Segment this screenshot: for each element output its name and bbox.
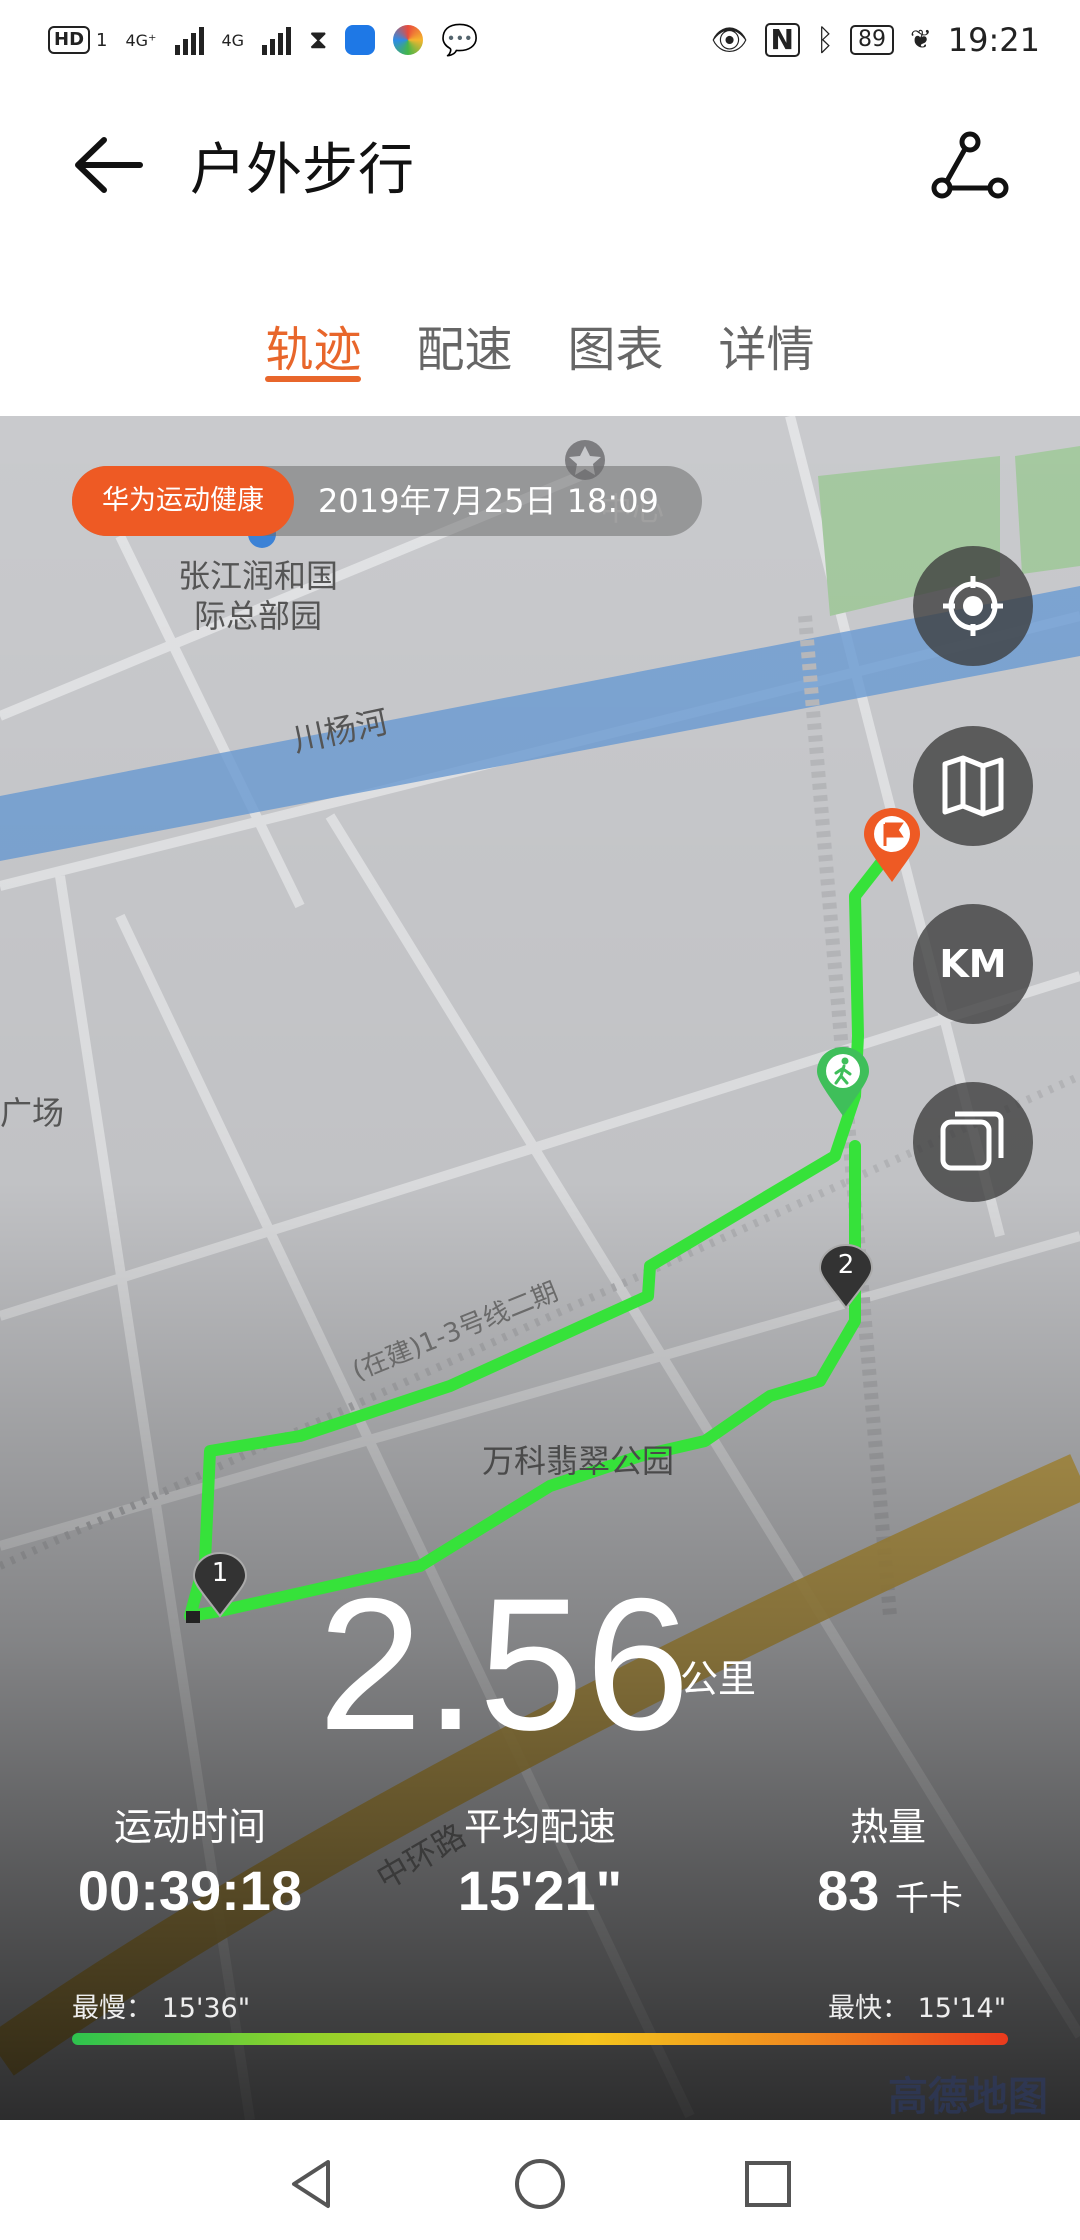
nav-back-icon[interactable] xyxy=(282,2154,342,2214)
signal-icon-2 xyxy=(262,25,292,55)
layers-icon xyxy=(940,1111,1004,1171)
shield-app-icon xyxy=(345,25,376,55)
tab-track[interactable]: 轨迹 xyxy=(265,270,362,410)
stat-value-pace: 15'21" xyxy=(457,1859,623,1922)
pace-gradient-bar xyxy=(72,2033,1008,2045)
stat-label-pace: 平均配速 xyxy=(463,1805,616,1849)
plaza-label: 广场 xyxy=(0,1094,65,1132)
park-label: 万科翡翠公园 xyxy=(482,1442,675,1480)
leaf-icon: ❦ xyxy=(909,25,932,55)
slowest-pace: 最慢： 15'36" xyxy=(72,1993,251,2024)
folded-map-icon xyxy=(942,755,1004,817)
clock: 19:21 xyxy=(947,21,1040,59)
activity-date: 2019年7月25日 18:09 xyxy=(318,482,659,520)
fastest-pace: 最快： 15'14" xyxy=(828,1993,1007,2024)
tab-details[interactable]: 详情 xyxy=(719,270,815,410)
stat-value-calories: 83 千卡 xyxy=(817,1859,963,1922)
calories-unit: 千卡 xyxy=(894,1880,963,1918)
nfc-icon: N xyxy=(764,23,800,57)
distance-unit: 公里 xyxy=(680,1657,757,1701)
sim-label: 1 xyxy=(96,29,108,51)
locate-button[interactable] xyxy=(913,546,1033,666)
chat-bubble-icon: 💬 xyxy=(441,22,479,58)
km-toggle-button[interactable]: KM xyxy=(913,904,1033,1024)
status-right: 👁 N ᛒ 89 ❦ 19:21 xyxy=(710,18,1040,62)
battery-indicator: 89 xyxy=(849,25,894,55)
layers-button[interactable] xyxy=(913,1082,1033,1202)
app-badge: 华为运动健康 xyxy=(72,466,294,536)
hd-indicator: HD xyxy=(48,26,91,54)
km-marker-2: 2 xyxy=(818,1244,874,1310)
back-arrow-icon[interactable] xyxy=(70,130,150,200)
tab-pace[interactable]: 配速 xyxy=(416,270,512,410)
signal-4g-label: 4G xyxy=(221,30,245,50)
nav-home-icon[interactable] xyxy=(510,2154,570,2214)
nav-recents-icon[interactable] xyxy=(738,2154,798,2214)
bluetooth-icon: ᛒ xyxy=(815,22,834,58)
tab-chart[interactable]: 图表 xyxy=(568,270,664,410)
stat-label-duration: 运动时间 xyxy=(113,1805,266,1849)
status-left: HD 1 4G⁺ 4G ⧗ 💬 xyxy=(48,18,479,62)
stat-value-duration: 00:39:18 xyxy=(77,1859,303,1922)
map-provider-watermark: 高德地图 xyxy=(888,2074,1048,2120)
map-view[interactable]: 张江润和国 际总部园 川杨河 广场 万科翡翠公园 (在建)1-3号线二期 中环路 … xyxy=(0,416,1080,2120)
signal-4g-plus-label: 4G⁺ xyxy=(125,30,157,50)
tab-bar: 轨迹 配速 图表 详情 xyxy=(0,270,1080,410)
walker-marker xyxy=(817,1047,869,1116)
building-label: 张江润和国 际总部园 xyxy=(178,557,339,635)
km-label: KM xyxy=(939,942,1007,986)
distance-value: 2.56 xyxy=(318,1559,692,1769)
status-bar: HD 1 4G⁺ 4G ⧗ 💬 👁 N ᛒ 89 ❦ 19:21 xyxy=(0,0,1080,80)
page-title: 户外步行 xyxy=(190,138,414,203)
stat-label-calories: 热量 xyxy=(849,1805,926,1849)
km-marker-1: 1 xyxy=(192,1552,248,1618)
locate-crosshair-icon xyxy=(943,576,1003,636)
eye-icon: 👁 xyxy=(710,22,749,58)
pinwheel-app-icon xyxy=(393,25,424,55)
route-share-icon[interactable] xyxy=(930,130,1010,200)
map-type-button[interactable] xyxy=(913,726,1033,846)
signal-icon xyxy=(174,25,204,55)
hourglass-icon: ⧗ xyxy=(309,24,328,55)
app-bar: 户外步行 xyxy=(0,80,1080,260)
system-nav-bar xyxy=(0,2120,1080,2240)
source-date-pill: 华为运动健康 2019年7月25日 18:09 xyxy=(72,466,702,536)
